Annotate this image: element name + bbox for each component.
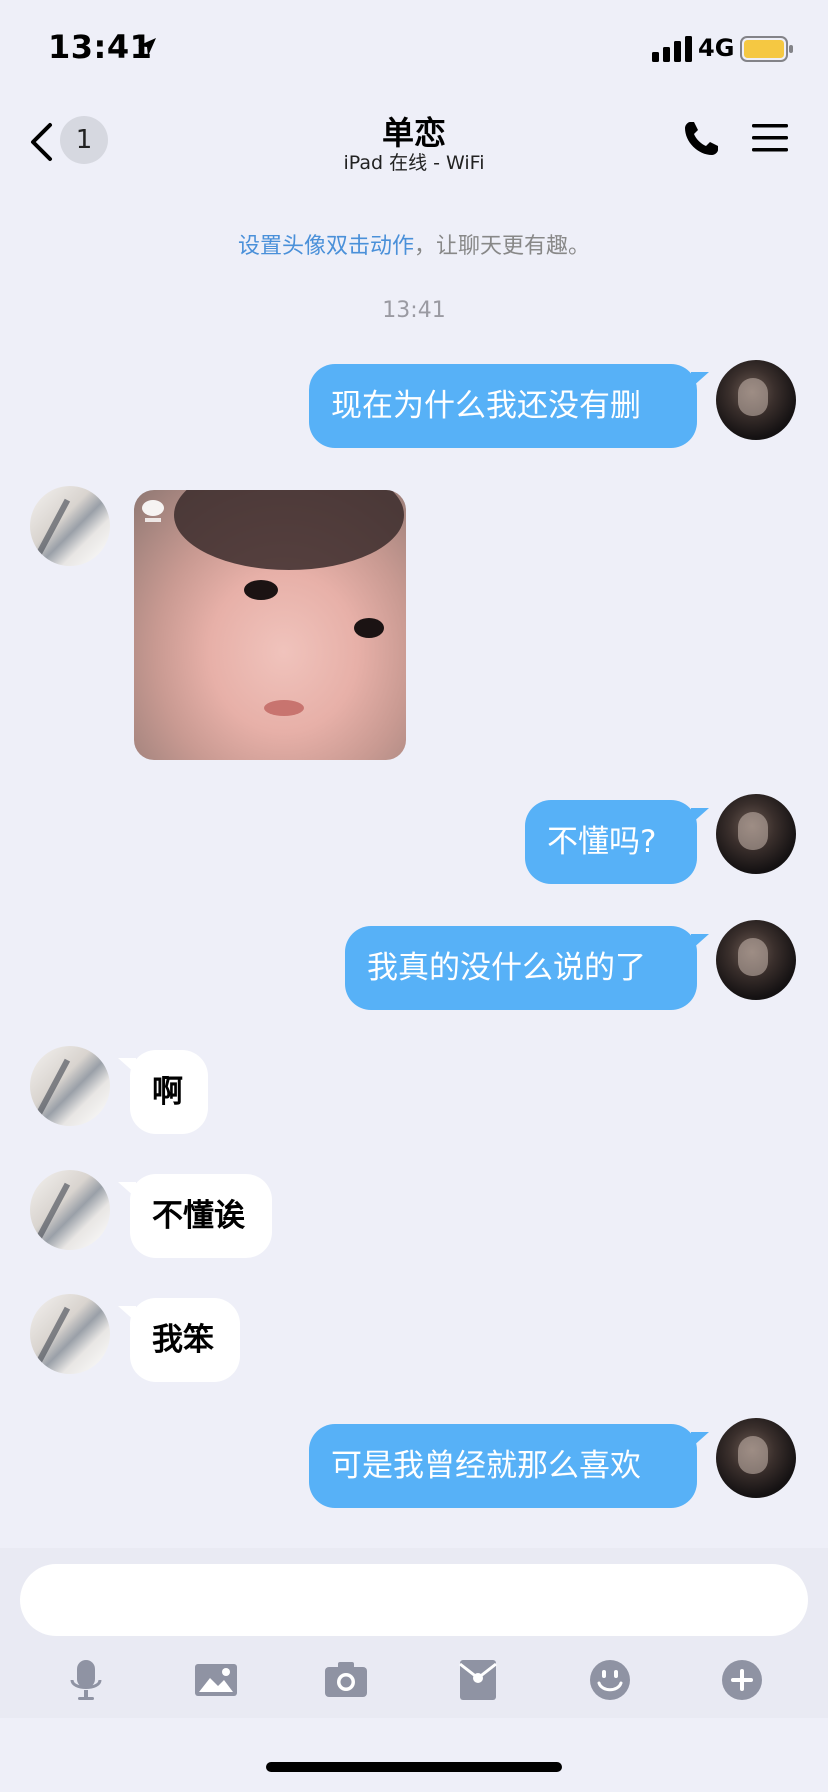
message-bubble-received[interactable]: 我笨 bbox=[130, 1298, 240, 1382]
unread-badge[interactable]: 1 bbox=[60, 116, 108, 164]
message-bubble-sent[interactable]: 现在为什么我还没有删 bbox=[309, 364, 697, 448]
contact-avatar[interactable] bbox=[30, 1294, 110, 1374]
contact-avatar[interactable] bbox=[30, 1046, 110, 1126]
online-status: iPad 在线 - WiFi bbox=[343, 152, 485, 174]
bubble-tail bbox=[118, 1182, 136, 1198]
my-avatar[interactable] bbox=[716, 1418, 796, 1498]
message-bubble-sent[interactable]: 我真的没什么说的了 bbox=[345, 926, 697, 1010]
photo-eye-left bbox=[244, 580, 278, 600]
plus-icon[interactable] bbox=[720, 1658, 764, 1702]
home-indicator[interactable] bbox=[266, 1762, 562, 1772]
tip-text: ，让聊天更有趣。 bbox=[414, 234, 591, 259]
message-bubble-sent[interactable]: 不懂吗? bbox=[525, 800, 697, 884]
location-arrow-icon bbox=[138, 38, 156, 56]
signal-icon bbox=[652, 36, 692, 62]
photo-mouth bbox=[264, 700, 304, 716]
message-timestamp: 13:41 bbox=[382, 298, 446, 323]
set-avatar-action-link[interactable]: 设置头像双击动作 bbox=[238, 234, 414, 259]
image-message[interactable] bbox=[134, 490, 406, 760]
message-bubble-received[interactable]: 不懂诶 bbox=[130, 1174, 272, 1258]
message-bubble-received[interactable]: 啊 bbox=[130, 1050, 208, 1134]
photo-hair bbox=[174, 490, 404, 570]
message-input[interactable] bbox=[20, 1564, 808, 1636]
contact-avatar[interactable] bbox=[30, 1170, 110, 1250]
menu-icon[interactable] bbox=[752, 122, 788, 154]
back-chevron-icon[interactable] bbox=[28, 122, 54, 162]
system-tip: 设置头像双击动作，让聊天更有趣。 bbox=[0, 228, 828, 260]
my-avatar[interactable] bbox=[716, 360, 796, 440]
bubble-tail bbox=[118, 1306, 136, 1322]
sticker-watermark-icon bbox=[142, 500, 164, 522]
bubble-tail bbox=[691, 808, 709, 824]
bubble-tail bbox=[691, 934, 709, 950]
input-area bbox=[0, 1548, 828, 1718]
image-icon[interactable] bbox=[194, 1658, 238, 1702]
network-type: 4G bbox=[698, 34, 735, 62]
battery-icon bbox=[740, 36, 793, 62]
phone-icon[interactable] bbox=[682, 120, 720, 158]
camera-icon[interactable] bbox=[324, 1658, 368, 1702]
emoji-icon[interactable] bbox=[588, 1658, 632, 1702]
my-avatar[interactable] bbox=[716, 920, 796, 1000]
microphone-icon[interactable] bbox=[64, 1658, 108, 1702]
photo-eye-right bbox=[354, 618, 384, 638]
message-bubble-sent[interactable]: 可是我曾经就那么喜欢 bbox=[309, 1424, 697, 1508]
chat-nav-bar: 1 单恋 iPad 在线 - WiFi bbox=[0, 100, 828, 184]
my-avatar[interactable] bbox=[716, 794, 796, 874]
bubble-tail bbox=[118, 1058, 136, 1074]
bubble-tail bbox=[691, 1432, 709, 1448]
red-packet-icon[interactable] bbox=[456, 1658, 500, 1702]
status-bar: 13:41 4G bbox=[0, 0, 828, 100]
contact-avatar[interactable] bbox=[30, 486, 110, 566]
